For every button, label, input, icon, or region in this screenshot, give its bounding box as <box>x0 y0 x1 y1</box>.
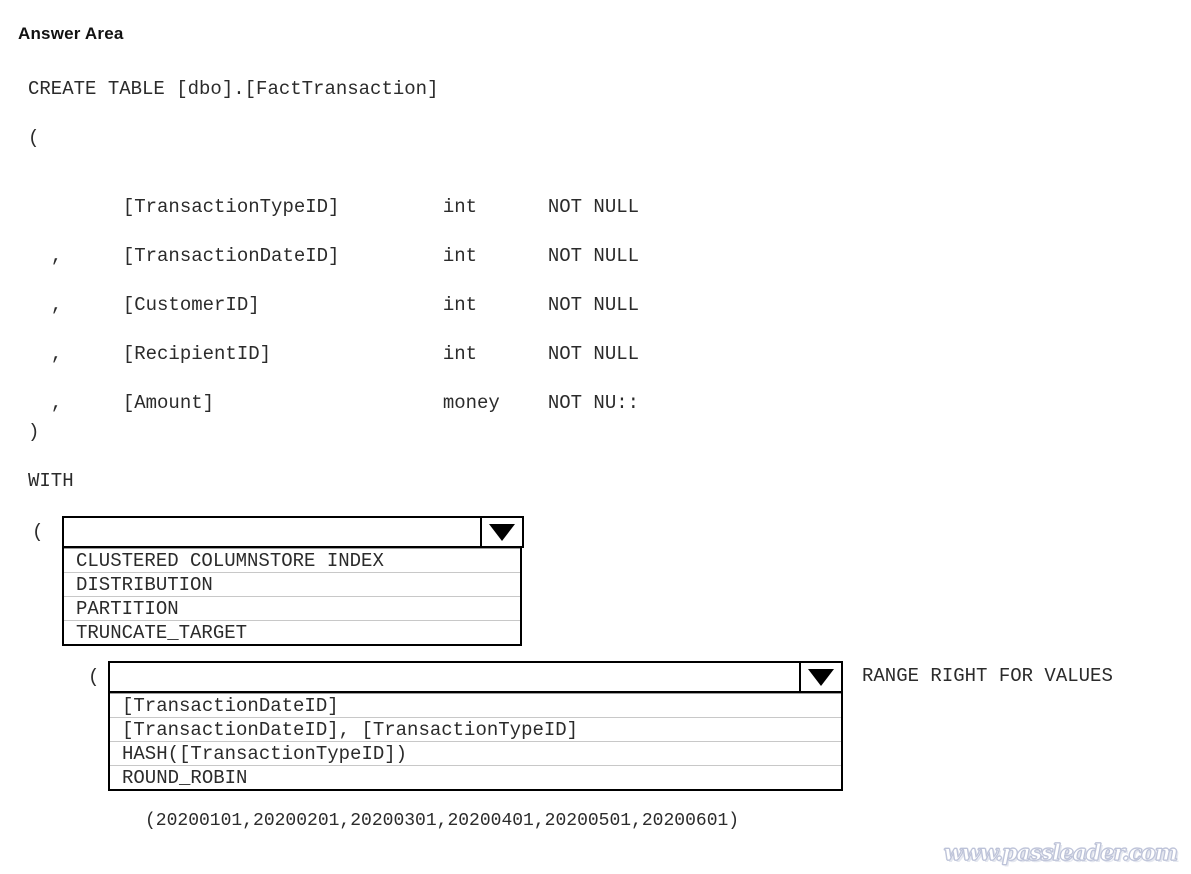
column-comma: , <box>50 294 63 316</box>
sql-column-row: [TransactionTypeID] int NOT NULL <box>28 177 639 217</box>
sql-column-row: , [Amount] money NOT NU:: <box>28 373 639 413</box>
dropdown-option[interactable]: TRUNCATE_TARGET <box>64 620 520 644</box>
dropdown-index-option-toggle[interactable] <box>480 518 522 546</box>
chevron-down-icon <box>489 523 515 541</box>
page-title: Answer Area <box>18 24 124 43</box>
dropdown-index-option-header[interactable] <box>62 516 524 548</box>
dropdown-option[interactable]: CLUSTERED COLUMNSTORE INDEX <box>64 548 520 572</box>
dropdown-index-option-list[interactable]: CLUSTERED COLUMNSTORE INDEX DISTRIBUTION… <box>62 548 522 646</box>
sql-column-row: , [TransactionDateID] int NOT NULL <box>28 226 639 266</box>
column-comma: , <box>50 392 63 414</box>
sql-partition-values: (20200101,20200201,20200301,20200401,202… <box>145 811 740 831</box>
watermark: www.passleader.com <box>943 840 1178 867</box>
column-name: [TransactionDateID] <box>122 245 340 267</box>
column-nullability: NOT NULL <box>547 196 640 218</box>
dropdown-option[interactable]: ROUND_ROBIN <box>110 765 841 789</box>
column-comma: , <box>50 245 63 267</box>
column-name: [RecipientID] <box>122 343 272 365</box>
dropdown-option[interactable]: [TransactionDateID], [TransactionTypeID] <box>110 717 841 741</box>
column-type: int <box>442 245 478 267</box>
sql-column-row: , [RecipientID] int NOT NULL <box>28 324 639 364</box>
column-nullability: NOT NULL <box>547 245 640 267</box>
column-name: [TransactionTypeID] <box>122 196 340 218</box>
column-type: money <box>442 392 500 414</box>
sql-column-row: , [CustomerID] int NOT NULL <box>28 275 639 315</box>
dropdown-distribution-option[interactable]: [TransactionDateID] [TransactionDateID],… <box>108 661 843 791</box>
column-type: int <box>442 343 478 365</box>
dropdown-option[interactable]: PARTITION <box>64 596 520 620</box>
column-nullability: NOT NU:: <box>547 392 640 414</box>
dropdown-index-option-selected-value[interactable] <box>64 518 480 546</box>
sql-line-close-paren: ) <box>28 421 40 443</box>
column-comma: , <box>50 343 63 365</box>
dropdown-distribution-option-list[interactable]: [TransactionDateID] [TransactionDateID],… <box>108 693 843 791</box>
chevron-down-icon <box>808 668 834 686</box>
column-name: [CustomerID] <box>122 294 260 316</box>
dropdown-distribution-option-selected-value[interactable] <box>110 663 799 691</box>
column-nullability: NOT NULL <box>547 294 640 316</box>
sql-line-create-table: CREATE TABLE [dbo].[FactTransaction] <box>28 78 439 100</box>
sql-range-right-clause: RANGE RIGHT FOR VALUES <box>862 665 1113 687</box>
dropdown-index-option[interactable]: CLUSTERED COLUMNSTORE INDEX DISTRIBUTION… <box>62 516 524 646</box>
sql-partition-open-paren: ( <box>88 666 100 688</box>
column-type: int <box>442 196 478 218</box>
column-nullability: NOT NULL <box>547 343 640 365</box>
dropdown-option[interactable]: HASH([TransactionTypeID]) <box>110 741 841 765</box>
sql-with-open-paren: ( <box>32 521 44 543</box>
dropdown-distribution-option-toggle[interactable] <box>799 663 841 691</box>
sql-line-open-paren: ( <box>28 127 40 149</box>
column-type: int <box>442 294 478 316</box>
dropdown-option[interactable]: [TransactionDateID] <box>110 693 841 717</box>
column-name: [Amount] <box>122 392 215 414</box>
dropdown-distribution-option-header[interactable] <box>108 661 843 693</box>
sql-line-with: WITH <box>28 470 74 492</box>
dropdown-option[interactable]: DISTRIBUTION <box>64 572 520 596</box>
